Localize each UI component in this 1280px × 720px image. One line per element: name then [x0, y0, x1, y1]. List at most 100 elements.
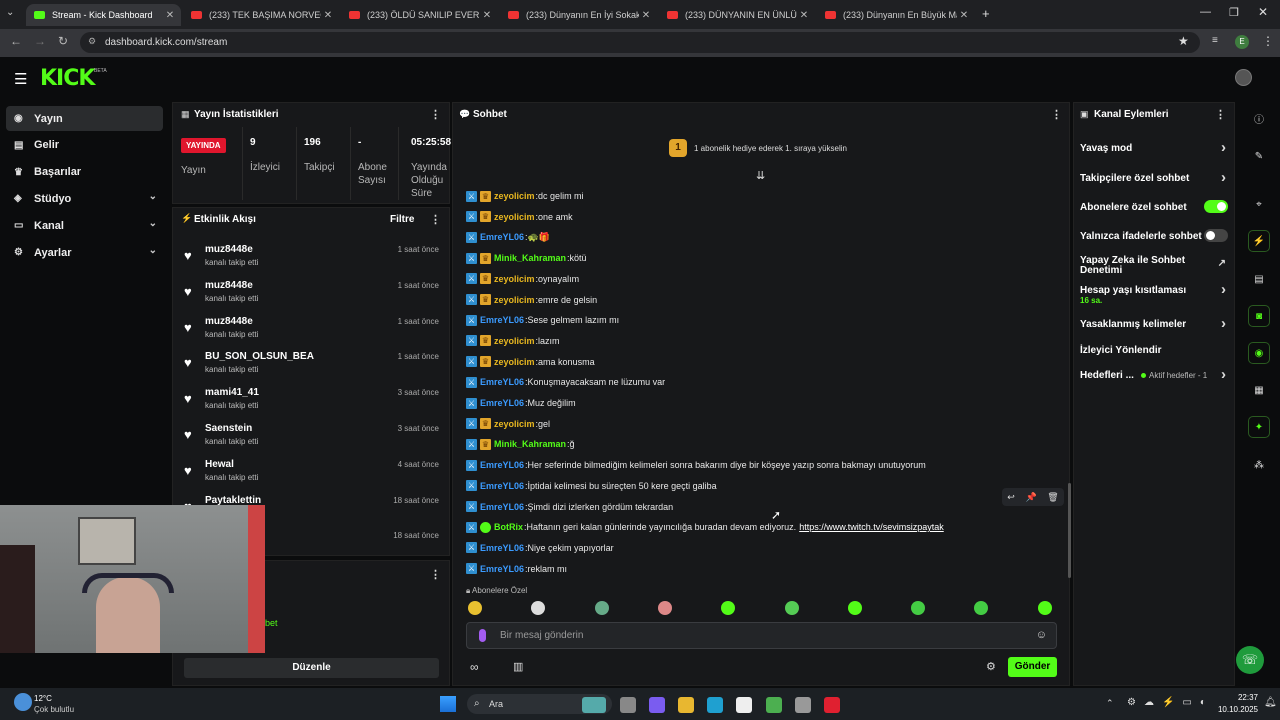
chat-username[interactable]: EmreYL06	[480, 460, 524, 470]
action-item-8[interactable]: Hedefleri ... Aktif hedefler - 1 ›	[1080, 366, 1230, 383]
action-item-6[interactable]: Yasaklanmış kelimeler ›	[1080, 315, 1230, 332]
chat-username[interactable]: EmreYL06	[480, 315, 524, 325]
profile-avatar[interactable]: E	[1235, 35, 1249, 49]
stats-menu-icon[interactable]: ⋮	[430, 108, 441, 121]
chat-message[interactable]: ⚔ EmreYL06: 🐢🎁	[466, 229, 550, 245]
opera-icon[interactable]	[824, 697, 840, 713]
chat-message[interactable]: ⚔ ♛ zeyolicim: ama konusma	[466, 354, 595, 370]
chat-message[interactable]: ⚔ ♛ Minik_Kahraman: ğ	[466, 436, 575, 452]
emoji-icon[interactable]: ☺	[1036, 629, 1047, 641]
user-avatar[interactable]	[1235, 69, 1252, 86]
info-icon[interactable]: ⓘ	[1248, 107, 1270, 129]
toggle-switch[interactable]	[1204, 229, 1228, 242]
chat-username[interactable]: EmreYL06	[480, 377, 524, 387]
emote-icon[interactable]	[657, 601, 672, 615]
chat-username[interactable]: zeyolicim	[494, 419, 535, 429]
chat-bubble-icon[interactable]: ◙	[1248, 305, 1270, 327]
site-info-icon[interactable]: ⚙	[88, 36, 96, 47]
sidebar-item-1[interactable]: ▤ Gelir	[6, 133, 163, 158]
chat-username[interactable]: zeyolicim	[494, 336, 535, 346]
community-icon[interactable]: ∞	[470, 660, 479, 674]
chat-input[interactable]: Bir mesaj gönderin ☺	[466, 622, 1057, 649]
chat-username[interactable]: Minik_Kahraman	[494, 253, 566, 263]
pinned-toggle-icon[interactable]: ⇊	[756, 169, 765, 182]
chat-message[interactable]: ⚔ ♛ zeyolicim: dc gelim mi	[466, 188, 584, 204]
actions-menu-icon[interactable]: ⋮	[1215, 108, 1226, 121]
sidebar-item-0[interactable]: ◉ Yayın	[6, 106, 163, 131]
mic-icon[interactable]	[479, 629, 486, 642]
browser-tab[interactable]: (233) DÜNYANIN EN ÜNLÜ HA(✕	[659, 4, 815, 26]
activity-menu-icon[interactable]: ⋮	[430, 213, 441, 226]
emote-icon[interactable]	[468, 601, 482, 615]
copilot-icon[interactable]	[649, 697, 665, 713]
action-item-2[interactable]: Abonelere özel sohbet	[1080, 200, 1230, 213]
url-field[interactable]: dashboard.kick.com/stream	[80, 32, 1200, 53]
chat-scrollbar[interactable]	[1068, 483, 1071, 578]
close-tab-icon[interactable]: ✕	[639, 10, 653, 21]
sidebar-item-2[interactable]: ♛ Başarılar	[6, 160, 163, 185]
target-icon[interactable]: ⌖	[1248, 193, 1270, 215]
chevron-down-icon[interactable]: ⌄	[149, 245, 157, 256]
action-item-4[interactable]: Yapay Zeka ile Sohbet Denetimi ↗	[1080, 256, 1230, 276]
pin-icon[interactable]: 📌	[1025, 492, 1036, 503]
activity-user[interactable]: Hewal	[205, 459, 234, 470]
chat-message[interactable]: ⚔ EmreYL06: Muz değilim	[466, 395, 576, 411]
send-button[interactable]: Gönder	[1008, 657, 1057, 677]
emote-icon[interactable]	[784, 601, 799, 615]
folder-icon[interactable]	[678, 697, 694, 713]
windows-start-icon[interactable]	[440, 696, 456, 712]
chat-username[interactable]: zeyolicim	[494, 274, 535, 284]
clock-date[interactable]: 10.10.2025	[1212, 705, 1258, 714]
store-app-icon[interactable]	[736, 697, 752, 713]
chat-username[interactable]: zeyolicim	[494, 295, 535, 305]
chevron-down-icon[interactable]: ⌄	[149, 191, 157, 202]
chat-message[interactable]: ⚔ EmreYL06: İptidai kelimesi bu süreçten …	[466, 478, 717, 494]
chat-message[interactable]: ⚔ ♛ zeyolicim: lazım	[466, 333, 560, 349]
emote-icon[interactable]	[594, 601, 609, 615]
action-item-3[interactable]: Yalnızca ifadelerle sohbet	[1080, 229, 1230, 242]
emote-icon[interactable]	[911, 601, 926, 615]
activity-user[interactable]: muz8448e	[205, 316, 253, 327]
chat-username[interactable]: zeyolicim	[494, 357, 535, 367]
chat-message[interactable]: ⚔ ♛ zeyolicim: gel	[466, 416, 550, 432]
chat-username[interactable]: Minik_Kahraman	[494, 439, 566, 449]
wrench-icon[interactable]: ✦	[1248, 416, 1270, 438]
close-tab-icon[interactable]: ✕	[163, 10, 177, 21]
close-tab-icon[interactable]: ✕	[480, 10, 494, 21]
activity-user[interactable]: muz8448e	[205, 280, 253, 291]
chat-menu-icon[interactable]: ⋮	[1051, 108, 1062, 121]
browser-tab[interactable]: (233) ÖLDÜ SANILIP EVEREST'İ✕	[341, 4, 498, 26]
chat-username[interactable]: EmreYL06	[480, 564, 524, 574]
action-item-5[interactable]: Hesap yaşı kısıtlaması 16 sa. ›	[1080, 281, 1230, 305]
chat-username[interactable]: EmreYL06	[480, 398, 524, 408]
action-item-1[interactable]: Takipçilere özel sohbet ›	[1080, 169, 1230, 186]
chat-message[interactable]: ⚔ ♛ zeyolicim: one amk	[466, 209, 573, 225]
clock-time[interactable]: 22:37	[1222, 693, 1258, 702]
edge-icon[interactable]	[707, 697, 723, 713]
chat-message[interactable]: ⚔ BotRix: Haftanın geri kalan günlerinde …	[466, 519, 944, 535]
browser-tab[interactable]: (233) Dünyanın En İyi Sokak Ye✕	[500, 4, 657, 26]
chat-message[interactable]: ⚔ EmreYL06: Sese gelmem lazım mı	[466, 312, 619, 328]
tab-search-icon[interactable]: ⌄	[6, 7, 14, 18]
chat-message[interactable]: ⚔ ♛ zeyolicim: oynayalım	[466, 271, 579, 287]
gift-banner[interactable]: 1 abonelik hediye ederek 1. sıraya yükse…	[694, 144, 847, 153]
chat-settings-icon[interactable]: ⚙	[986, 660, 996, 673]
tray-icons[interactable]: ⚙☁⚡▭◐	[1127, 697, 1214, 708]
fish-widget-icon[interactable]	[582, 697, 606, 713]
chat-username[interactable]: EmreYL06	[480, 543, 524, 553]
edit-button[interactable]: Düzenle	[184, 658, 439, 678]
sidebar-item-5[interactable]: ⚙ Ayarlar ⌄	[6, 240, 163, 265]
document-icon[interactable]: ▤	[1248, 268, 1270, 290]
close-tab-icon[interactable]: ✕	[321, 10, 335, 21]
back-icon[interactable]: ←	[10, 34, 22, 48]
chat-link[interactable]: https://www.twitch.tv/sevimsizpaytak	[799, 522, 944, 532]
activity-user[interactable]: BU_SON_OLSUN_BEA	[205, 351, 314, 362]
app-icon[interactable]	[795, 697, 811, 713]
chevron-down-icon[interactable]: ⌄	[149, 218, 157, 229]
browser-tab[interactable]: (233) TEK BAŞIMA NORVEÇ KÖ✕	[183, 4, 339, 26]
toggle-switch[interactable]	[1204, 200, 1228, 213]
weather-desc[interactable]: Çok bulutlu	[34, 705, 74, 714]
users-icon[interactable]: ⁂	[1248, 454, 1270, 476]
bookmark-star-icon[interactable]: ★	[1178, 34, 1189, 48]
layout-icon[interactable]: ▦	[1248, 379, 1270, 401]
